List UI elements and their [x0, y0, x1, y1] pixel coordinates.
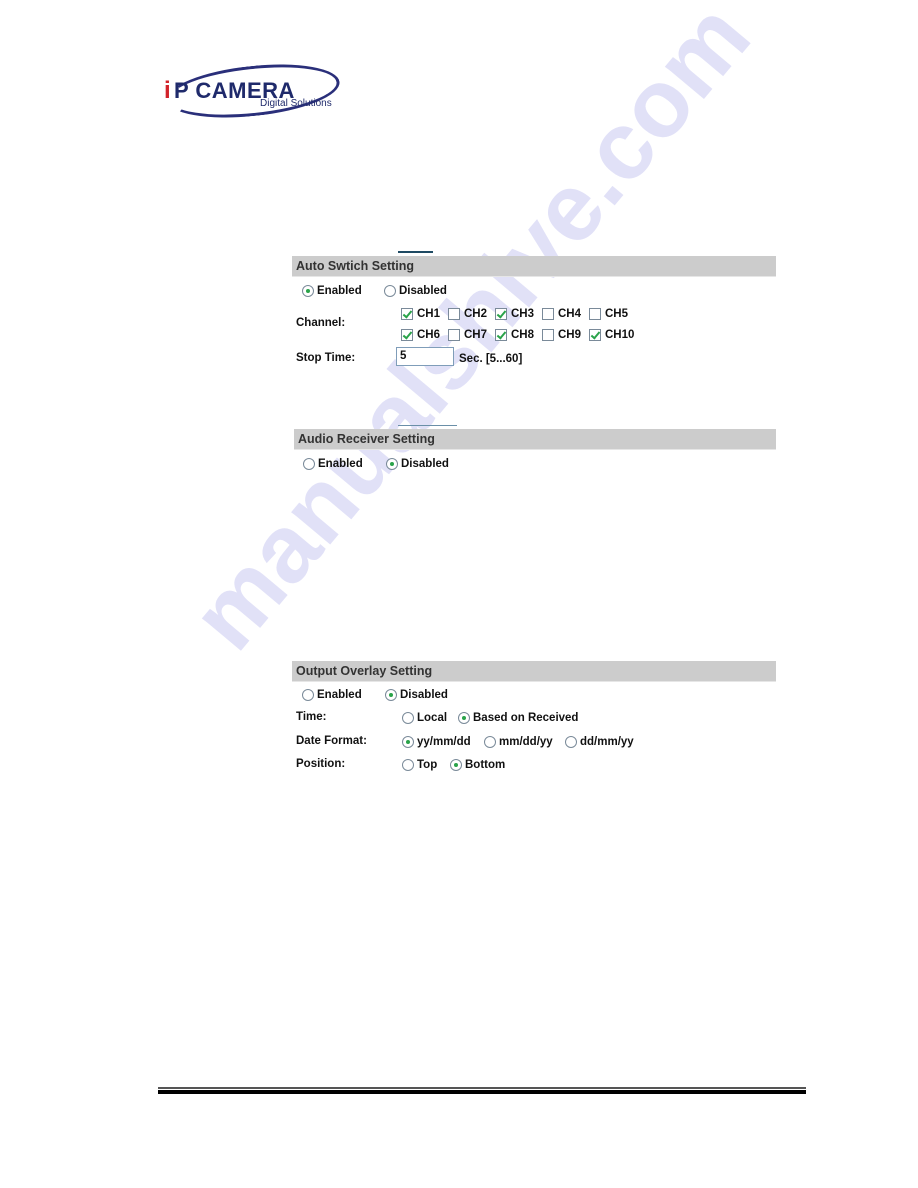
channel-label-text: CH4 [558, 308, 582, 320]
channel-ch3-checkbox[interactable]: CH3 [495, 308, 534, 320]
checkbox-unchecked-icon [448, 329, 460, 341]
option-label: Disabled [401, 458, 449, 470]
position-label: Position: [296, 758, 346, 770]
channel-label-text: CH7 [464, 329, 488, 341]
channel-label-text: CH9 [558, 329, 582, 341]
position-bottom-radio[interactable]: Bottom [450, 759, 505, 771]
channel-label-text: CH6 [417, 329, 441, 341]
auto-switch-enabled-radio[interactable]: Enabled [302, 285, 362, 297]
position-top-radio[interactable]: Top [402, 759, 437, 771]
radio-unselected-icon [302, 689, 314, 701]
overlay-enabled-radio[interactable]: Enabled [302, 689, 362, 701]
option-label: Top [417, 759, 438, 771]
date-format-ddmmyy-radio[interactable]: dd/mm/yy [565, 736, 634, 748]
checkbox-checked-icon [495, 308, 507, 320]
date-format-label: Date Format: [296, 735, 367, 747]
logo-subtitle: Digital Solutions [260, 98, 332, 109]
overlay-disabled-radio[interactable]: Disabled [385, 689, 448, 701]
option-label: mm/dd/yy [499, 736, 553, 748]
option-label: Enabled [317, 285, 362, 297]
radio-selected-icon [302, 285, 314, 297]
checkbox-checked-icon [589, 329, 601, 341]
time-based-on-received-radio[interactable]: Based on Received [458, 712, 578, 724]
channel-ch9-checkbox[interactable]: CH9 [542, 329, 581, 341]
radio-selected-icon [386, 458, 398, 470]
option-label: Bottom [465, 759, 506, 771]
time-local-radio[interactable]: Local [402, 712, 447, 724]
channel-label-text: CH3 [511, 308, 535, 320]
checkbox-unchecked-icon [448, 308, 460, 320]
radio-unselected-icon [384, 285, 396, 297]
channel-ch7-checkbox[interactable]: CH7 [448, 329, 487, 341]
radio-selected-icon [458, 712, 470, 724]
audio-enabled-radio[interactable]: Enabled [303, 458, 363, 470]
date-format-yymmdd-radio[interactable]: yy/mm/dd [402, 736, 471, 748]
checkbox-unchecked-icon [589, 308, 601, 320]
channel-label-text: CH1 [417, 308, 441, 320]
date-format-mmddyy-radio[interactable]: mm/dd/yy [484, 736, 553, 748]
radio-unselected-icon [565, 736, 577, 748]
output-overlay-header: Output Overlay Setting [292, 661, 776, 682]
checkbox-checked-icon [401, 308, 413, 320]
radio-unselected-icon [402, 712, 414, 724]
radio-selected-icon [402, 736, 414, 748]
channel-label-text: CH8 [511, 329, 535, 341]
ip-camera-logo: i P CAMERA Digital Solutions [160, 57, 343, 125]
checkbox-checked-icon [495, 329, 507, 341]
tab-indicator [398, 425, 457, 426]
channel-label-text: CH10 [605, 329, 635, 341]
logo-prefix: i [164, 77, 171, 104]
option-label: Disabled [399, 285, 447, 297]
option-label: Enabled [318, 458, 363, 470]
checkbox-unchecked-icon [542, 329, 554, 341]
radio-unselected-icon [303, 458, 315, 470]
channel-ch4-checkbox[interactable]: CH4 [542, 308, 581, 320]
channel-label: Channel: [296, 317, 346, 329]
radio-unselected-icon [402, 759, 414, 771]
channel-ch5-checkbox[interactable]: CH5 [589, 308, 628, 320]
option-label: Based on Received [473, 712, 579, 724]
option-label: yy/mm/dd [417, 736, 471, 748]
auto-switch-header: Auto Swtich Setting [292, 256, 776, 277]
channel-ch6-checkbox[interactable]: CH6 [401, 329, 440, 341]
radio-unselected-icon [484, 736, 496, 748]
channel-ch8-checkbox[interactable]: CH8 [495, 329, 534, 341]
auto-switch-disabled-radio[interactable]: Disabled [384, 285, 447, 297]
checkbox-checked-icon [401, 329, 413, 341]
audio-receiver-header: Audio Receiver Setting [294, 429, 776, 450]
checkbox-unchecked-icon [542, 308, 554, 320]
stop-time-input[interactable]: 5 [396, 347, 454, 366]
audio-disabled-radio[interactable]: Disabled [386, 458, 449, 470]
footer-rule-thin [158, 1087, 806, 1089]
stop-time-label: Stop Time: [296, 352, 356, 364]
option-label: Enabled [317, 689, 362, 701]
footer-rule-thick [158, 1090, 806, 1094]
option-label: dd/mm/yy [580, 736, 634, 748]
channel-label-text: CH2 [464, 308, 488, 320]
radio-selected-icon [385, 689, 397, 701]
tab-indicator [398, 251, 433, 253]
channel-ch1-checkbox[interactable]: CH1 [401, 308, 440, 320]
option-label: Disabled [400, 689, 448, 701]
channel-label-text: CH5 [605, 308, 629, 320]
option-label: Local [417, 712, 448, 724]
time-label: Time: [296, 711, 327, 723]
radio-selected-icon [450, 759, 462, 771]
channel-ch10-checkbox[interactable]: CH10 [589, 329, 634, 341]
stop-time-unit: Sec. [5...60] [459, 353, 523, 365]
channel-ch2-checkbox[interactable]: CH2 [448, 308, 487, 320]
